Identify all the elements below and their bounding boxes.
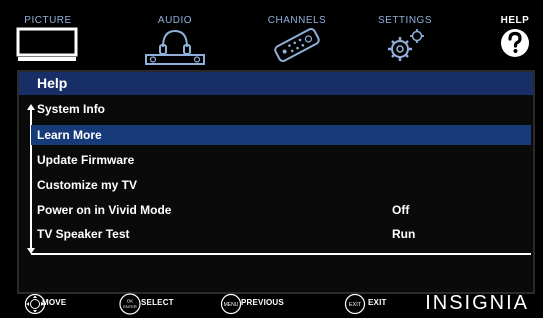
category-bar: PICTURE AUDIO CHANNELS SETTINGS HELP — [0, 0, 543, 70]
menu-item-label: Power on in Vivid Mode — [37, 203, 172, 217]
tab-audio[interactable]: AUDIO — [135, 0, 215, 70]
hint-previous: MENU PREVIOUS — [220, 293, 310, 315]
svg-text:OK: OK — [127, 299, 134, 304]
hint-exit-label: EXIT — [368, 298, 387, 307]
svg-text:EXIT: EXIT — [349, 302, 362, 308]
hint-move-label: MOVE — [42, 298, 67, 307]
panel-title: Help — [37, 75, 68, 91]
svg-text:ENTER: ENTER — [123, 304, 137, 309]
tab-channels[interactable]: CHANNELS — [252, 0, 342, 70]
menu-item-learn-more[interactable]: Learn More — [31, 125, 531, 145]
menu-item-label: System Info — [37, 102, 106, 116]
remote-icon — [271, 27, 323, 68]
panel-divider — [31, 253, 531, 255]
menu-item-value: Off — [392, 203, 410, 217]
menu-item-update-firmware[interactable]: Update Firmware — [31, 150, 531, 170]
menu-item-label: Update Firmware — [37, 153, 135, 167]
tab-channels-label: CHANNELS — [267, 15, 327, 26]
menu-item-customize-tv[interactable]: Customize my TV — [31, 175, 531, 195]
tab-picture-label: PICTURE — [24, 15, 72, 26]
ok-enter-icon: OK ENTER — [118, 293, 142, 318]
tab-settings[interactable]: SETTINGS — [365, 0, 445, 70]
hint-select: OK ENTER SELECT — [118, 293, 198, 315]
brand-logo: INSIGNIA — [425, 292, 529, 314]
tab-help[interactable]: HELP — [490, 0, 540, 70]
gears-icon — [380, 27, 430, 70]
exit-button-icon: EXIT — [344, 293, 366, 318]
tv-menu-screen: PICTURE AUDIO CHANNELS SETTINGS HELP Hel… — [0, 0, 543, 318]
tab-settings-label: SETTINGS — [377, 15, 432, 26]
hint-exit: EXIT EXIT — [344, 293, 404, 315]
question-icon — [499, 27, 531, 64]
svg-text:MENU: MENU — [224, 302, 239, 308]
menu-item-value: Run — [392, 227, 416, 241]
remote-hint-bar: MOVE OK ENTER SELECT MENU PREVIOUS EXIT … — [0, 287, 543, 318]
menu-button-icon: MENU — [220, 293, 242, 318]
menu-item-system-info[interactable]: System Info — [31, 99, 531, 119]
headphones-icon — [140, 27, 210, 70]
hint-previous-label: PREVIOUS — [241, 298, 284, 307]
menu-item-tv-speaker-test[interactable]: TV Speaker Test Run — [31, 224, 531, 244]
tv-icon — [16, 27, 80, 68]
hint-select-label: SELECT — [141, 298, 174, 307]
menu-item-label: Learn More — [37, 128, 102, 142]
tab-audio-label: AUDIO — [157, 15, 193, 26]
menu-item-label: Customize my TV — [37, 178, 138, 192]
help-menu-panel: Help System Info Learn More Update Firmw… — [17, 70, 535, 294]
tab-help-label: HELP — [500, 15, 530, 26]
menu-item-power-vivid-mode[interactable]: Power on in Vivid Mode Off — [31, 200, 531, 220]
tab-picture[interactable]: PICTURE — [8, 0, 88, 70]
menu-item-label: TV Speaker Test — [37, 227, 130, 241]
panel-header: Help — [19, 72, 533, 95]
hint-move: MOVE — [24, 293, 94, 315]
